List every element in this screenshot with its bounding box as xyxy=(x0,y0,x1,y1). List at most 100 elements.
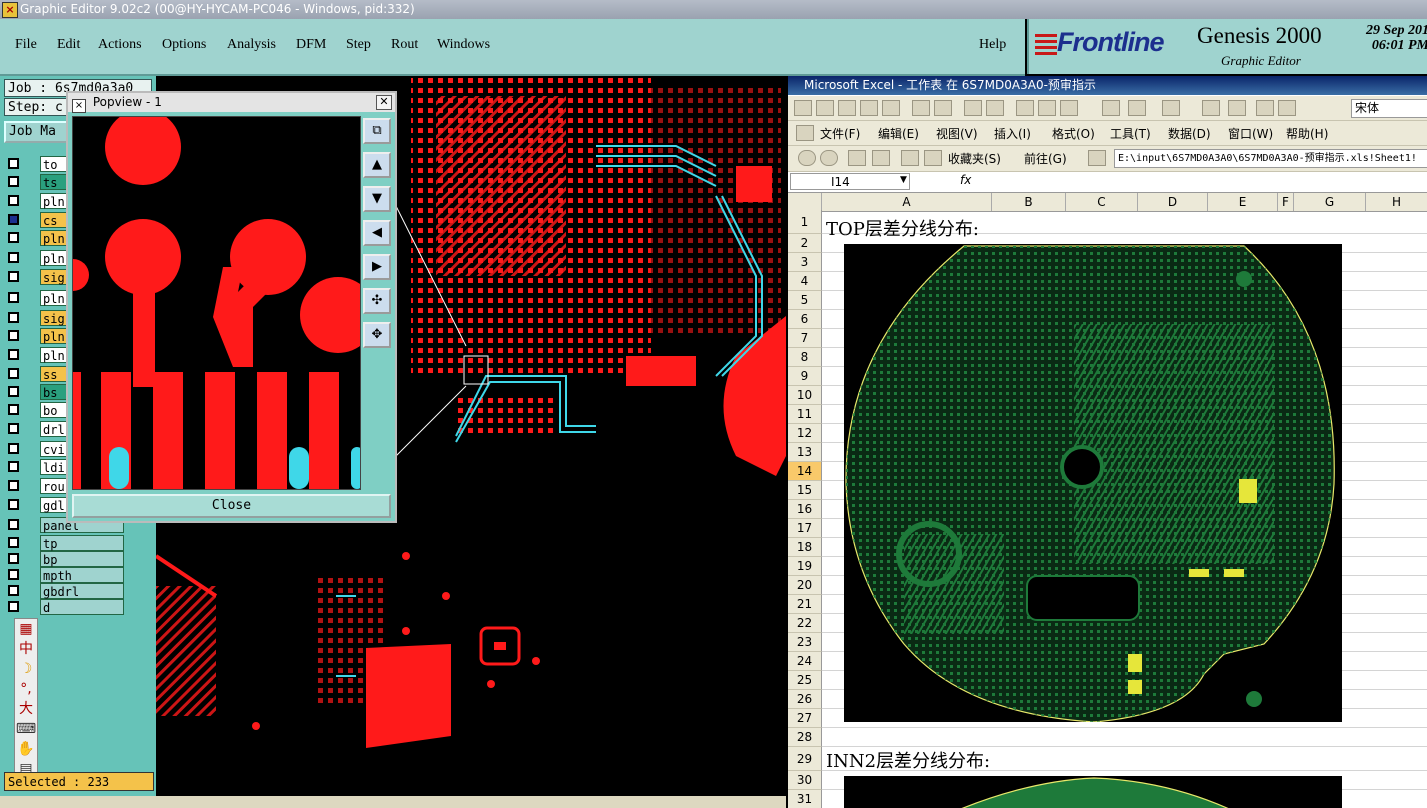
select-all-corner[interactable] xyxy=(788,193,822,211)
row-header[interactable]: 27 xyxy=(788,709,822,728)
layer-checkbox[interactable] xyxy=(8,404,19,415)
layer-checkbox[interactable] xyxy=(8,569,19,580)
row-header[interactable]: 31 xyxy=(788,790,822,808)
row-header[interactable]: 11 xyxy=(788,405,822,424)
zoom-fit-icon[interactable]: ⧉ xyxy=(363,118,391,144)
layer-row[interactable]: gbdrl xyxy=(8,583,124,600)
autosum-icon[interactable] xyxy=(1228,100,1246,116)
back-icon[interactable] xyxy=(798,150,816,166)
name-box[interactable]: I14 xyxy=(790,173,910,190)
layer-checkbox[interactable] xyxy=(8,585,19,596)
close-icon[interactable]: ✕ xyxy=(376,95,392,110)
excel-menu-item[interactable]: 文件(F) xyxy=(820,125,860,142)
email-icon[interactable] xyxy=(882,100,900,116)
undo-icon[interactable] xyxy=(1128,100,1146,116)
print-icon[interactable] xyxy=(912,100,930,116)
show-toolbar-icon[interactable] xyxy=(1088,150,1106,166)
sort-desc-icon[interactable] xyxy=(1278,100,1296,116)
row-header[interactable]: 7 xyxy=(788,329,822,348)
print-preview-icon[interactable] xyxy=(934,100,952,116)
font-name-box[interactable]: 宋体 xyxy=(1351,99,1427,118)
layer-checkbox[interactable] xyxy=(8,461,19,472)
layer-name[interactable]: tp xyxy=(40,535,124,551)
layer-checkbox[interactable] xyxy=(8,252,19,263)
layer-name[interactable]: gbdrl xyxy=(40,583,124,599)
column-header[interactable]: B xyxy=(992,193,1066,211)
menu-windows[interactable]: Windows xyxy=(437,37,490,53)
layer-checkbox[interactable] xyxy=(8,195,19,206)
menu-rout[interactable]: Rout xyxy=(391,37,418,53)
save-icon[interactable] xyxy=(838,100,856,116)
column-header[interactable]: E xyxy=(1208,193,1278,211)
excel-titlebar[interactable]: Microsoft Excel - 工作表 在 6S7MD0A3A0-预审指示 xyxy=(788,76,1427,95)
redo-icon[interactable] xyxy=(1162,100,1180,116)
layer-checkbox[interactable] xyxy=(8,519,19,530)
menu-actions[interactable]: Actions xyxy=(98,37,142,53)
column-header[interactable]: A xyxy=(822,193,992,211)
column-header[interactable]: C xyxy=(1066,193,1138,211)
layer-row[interactable]: mpth xyxy=(8,567,124,584)
row-header[interactable]: 4 xyxy=(788,272,822,291)
layer-checkbox[interactable] xyxy=(8,368,19,379)
row-header[interactable]: 21 xyxy=(788,595,822,614)
moon-icon[interactable]: ☽ xyxy=(15,659,37,679)
row-header[interactable]: 16 xyxy=(788,500,822,519)
excel-menu-item[interactable]: 工具(T) xyxy=(1110,125,1151,142)
menu-analysis[interactable]: Analysis xyxy=(227,37,276,53)
row-header[interactable]: 22 xyxy=(788,614,822,633)
popview-window[interactable]: × Popview - 1 ✕ ⧉ ▲ ▼ ◀ ▶ ✣ ✥ Close xyxy=(66,91,397,523)
menu-step[interactable]: Step xyxy=(346,37,371,53)
sort-asc-icon[interactable] xyxy=(1256,100,1274,116)
row-header[interactable]: 17 xyxy=(788,519,822,538)
excel-window[interactable]: Microsoft Excel - 工作表 在 6S7MD0A3A0-预审指示 … xyxy=(788,76,1427,808)
layer-checkbox[interactable] xyxy=(8,176,19,187)
column-header[interactable]: F xyxy=(1278,193,1294,211)
fx-icon[interactable]: fx xyxy=(960,173,971,187)
menu-edit[interactable]: Edit xyxy=(57,37,80,53)
pan-down-icon[interactable]: ▼ xyxy=(363,186,391,212)
pan-right-icon[interactable]: ▶ xyxy=(363,254,391,280)
row-header[interactable]: 14 xyxy=(788,462,822,481)
chevron-down-icon[interactable]: ▼ xyxy=(900,175,907,185)
layer-checkbox[interactable] xyxy=(8,292,19,303)
new-icon[interactable] xyxy=(794,100,812,116)
open-icon[interactable] xyxy=(816,100,834,116)
excel-menu-item[interactable]: 编辑(E) xyxy=(878,125,919,142)
spelling-icon[interactable] xyxy=(964,100,982,116)
layer-checkbox[interactable] xyxy=(8,232,19,243)
layer-name[interactable]: d xyxy=(40,599,124,615)
ime-chinese-mode[interactable]: 中 xyxy=(15,639,37,659)
layer-checkbox[interactable] xyxy=(8,386,19,397)
ime-fullwidth-mode[interactable]: 大 xyxy=(15,699,37,719)
row-header[interactable]: 25 xyxy=(788,671,822,690)
pan-left-icon[interactable]: ◀ xyxy=(363,220,391,246)
cut-icon[interactable] xyxy=(1016,100,1034,116)
row-header[interactable]: 20 xyxy=(788,576,822,595)
row-header[interactable]: 12 xyxy=(788,424,822,443)
sheet-grid[interactable]: 31 30 29 28 27 26 25 24 23 22 21 20 19 18 17 16 15 14 13 12… xyxy=(788,210,1427,808)
row-header[interactable]: 1 xyxy=(788,210,822,234)
keyboard-icon[interactable]: ⌨ xyxy=(15,719,37,739)
layer-checkbox[interactable] xyxy=(8,214,19,225)
refresh-icon[interactable] xyxy=(872,150,890,166)
layer-row[interactable]: bp xyxy=(8,551,124,568)
menu-dfm[interactable]: DFM xyxy=(296,37,326,53)
row-header[interactable]: 28 xyxy=(788,728,822,747)
row-header[interactable]: 9 xyxy=(788,367,822,386)
layer-checkbox[interactable] xyxy=(8,443,19,454)
row-header[interactable]: 18 xyxy=(788,538,822,557)
row-header[interactable]: 29 xyxy=(788,747,822,771)
row-header[interactable]: 13 xyxy=(788,443,822,462)
home-icon[interactable] xyxy=(901,150,919,166)
layer-row[interactable]: d xyxy=(8,599,124,616)
layer-name[interactable]: mpth xyxy=(40,567,124,583)
excel-menu-item[interactable]: 窗口(W) xyxy=(1228,125,1273,142)
layer-checkbox[interactable] xyxy=(8,480,19,491)
zoom-out-icon[interactable]: ✥ xyxy=(363,322,391,348)
row-header[interactable]: 24 xyxy=(788,652,822,671)
layer-checkbox[interactable] xyxy=(8,601,19,612)
row-header[interactable]: 8 xyxy=(788,348,822,367)
layer-checkbox[interactable] xyxy=(8,499,19,510)
favorites-menu[interactable]: 收藏夹(S) xyxy=(948,150,1001,167)
excel-menu-item[interactable]: 插入(I) xyxy=(994,125,1031,142)
